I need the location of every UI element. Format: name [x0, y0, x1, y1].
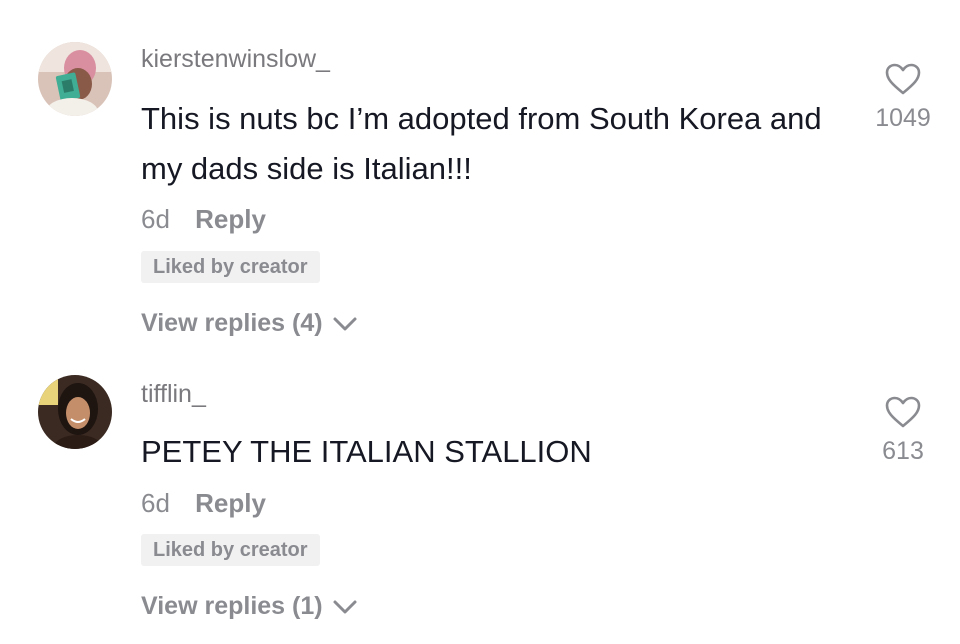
comment-meta: 6d Reply — [141, 204, 266, 235]
liked-by-creator-badge: Liked by creator — [141, 534, 320, 566]
heart-outline-icon[interactable] — [884, 62, 922, 96]
avatar[interactable] — [38, 42, 112, 116]
like-count: 1049 — [875, 104, 931, 132]
reply-button[interactable]: Reply — [195, 488, 266, 518]
view-replies-button[interactable]: View replies (1) — [141, 592, 358, 621]
view-replies-label: View replies (1) — [141, 592, 323, 620]
view-replies-button[interactable]: View replies (4) — [141, 309, 358, 338]
avatar[interactable] — [38, 375, 112, 449]
comment-text: This is nuts bc I’m adopted from South K… — [141, 101, 822, 186]
chevron-down-icon — [333, 317, 357, 331]
avatar-photo — [38, 42, 112, 116]
like-count: 613 — [882, 437, 924, 465]
comment-timestamp: 6d — [141, 204, 170, 234]
like-column: 613 — [858, 395, 948, 466]
view-replies-label: View replies (4) — [141, 309, 323, 337]
comment-username[interactable]: tifflin_ — [141, 380, 206, 409]
comment-text: PETEY THE ITALIAN STALLION — [141, 434, 592, 469]
reply-button[interactable]: Reply — [195, 204, 266, 234]
heart-outline-icon[interactable] — [884, 395, 922, 429]
comment-timestamp: 6d — [141, 488, 170, 518]
chevron-down-icon — [333, 600, 357, 614]
liked-by-creator-badge: Liked by creator — [141, 251, 320, 283]
comment-meta: 6d Reply — [141, 488, 266, 519]
avatar-photo — [38, 375, 112, 449]
like-column: 1049 — [858, 62, 948, 133]
comment-username[interactable]: kierstenwinslow_ — [141, 45, 330, 74]
